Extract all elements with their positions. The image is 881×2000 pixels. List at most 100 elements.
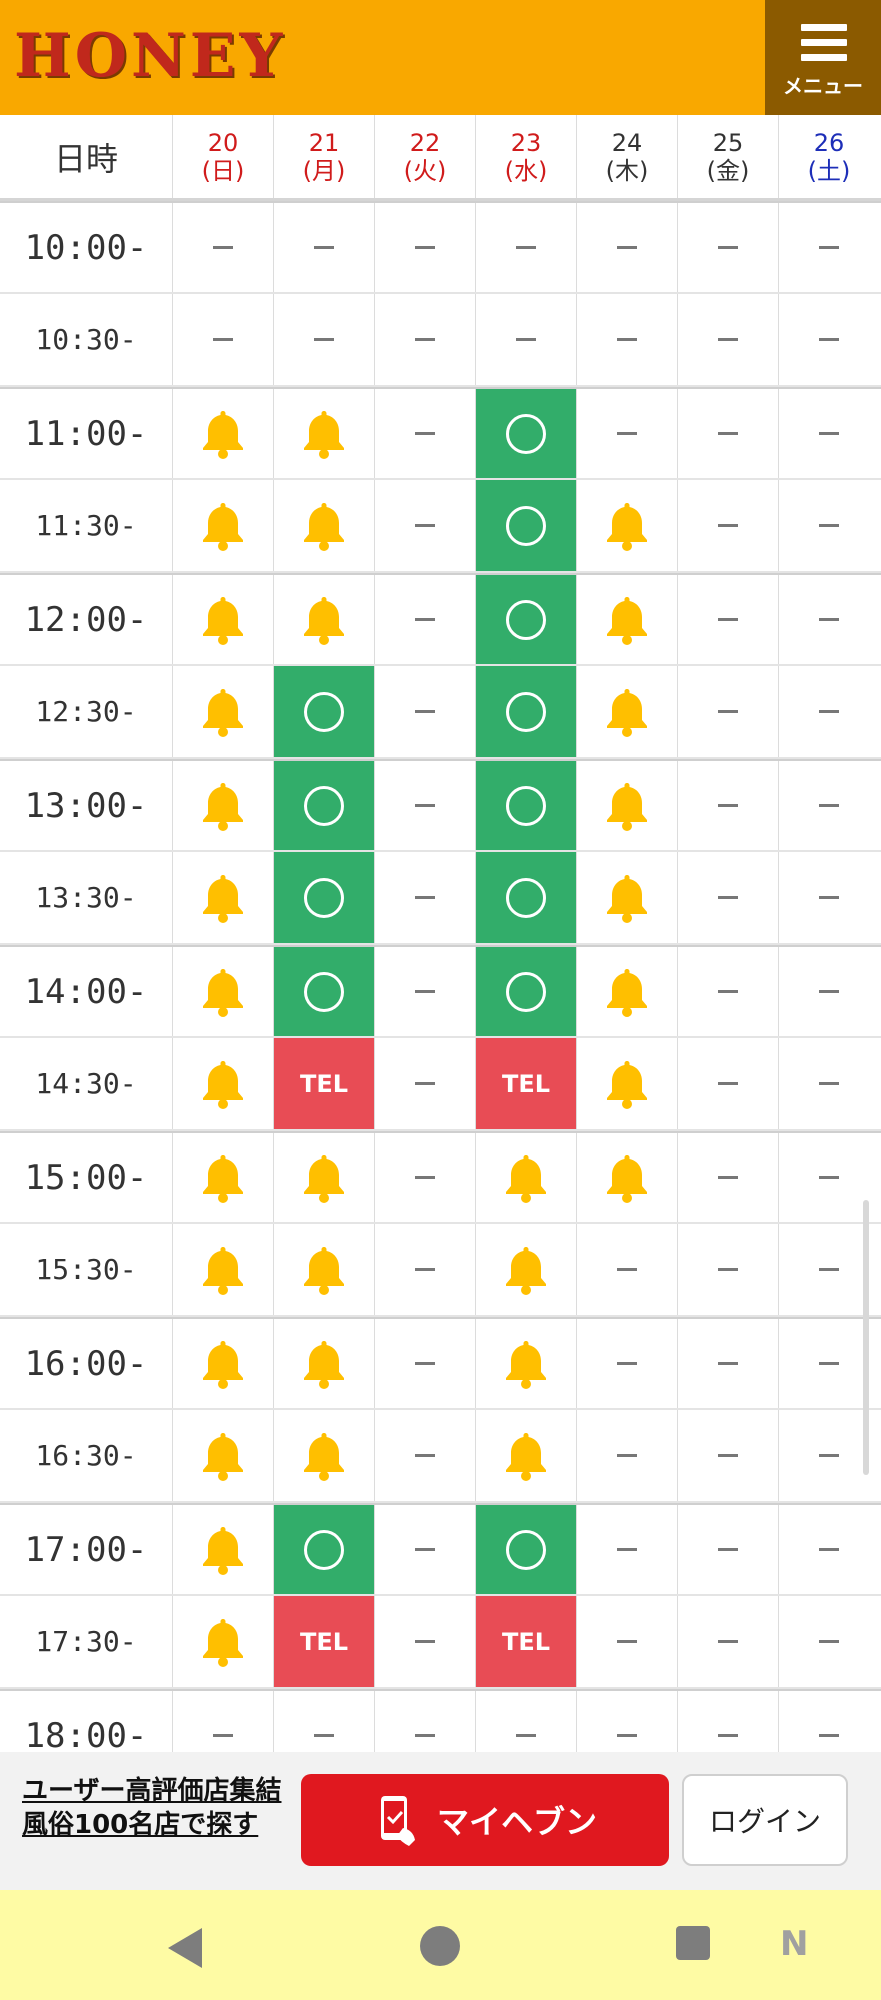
time-row: 17:30- TEL TEL: [0, 1596, 881, 1689]
slot-available[interactable]: [475, 852, 576, 943]
day-header-20: 20 (日): [172, 115, 273, 198]
slot-notify[interactable]: [576, 575, 677, 664]
dash-icon: [819, 1176, 839, 1179]
slot-available[interactable]: [273, 947, 374, 1036]
menu-button[interactable]: メニュー: [765, 0, 881, 115]
dash-icon: [617, 246, 637, 249]
slot-available[interactable]: [475, 1505, 576, 1594]
slot-available[interactable]: [475, 575, 576, 664]
dash-icon: [819, 1548, 839, 1551]
slot-notify[interactable]: [172, 1133, 273, 1222]
slot-notify[interactable]: [576, 947, 677, 1036]
slot-unavailable: [778, 480, 879, 571]
slot-notify[interactable]: [576, 480, 677, 571]
slot-notify[interactable]: [576, 1133, 677, 1222]
slot-available[interactable]: [475, 389, 576, 478]
day-date: 21: [308, 128, 340, 157]
tel-label: TEL: [501, 1069, 551, 1098]
slot-notify[interactable]: [273, 1133, 374, 1222]
home-icon[interactable]: [420, 1926, 460, 1966]
circle-icon: [506, 691, 546, 732]
slot-tel[interactable]: TEL: [273, 1596, 374, 1687]
slot-notify[interactable]: [172, 666, 273, 757]
time-row: 15:00-: [0, 1131, 881, 1224]
slot-notify[interactable]: [172, 575, 273, 664]
slot-notify[interactable]: [576, 852, 677, 943]
slot-notify[interactable]: [475, 1410, 576, 1501]
dash-icon: [617, 1454, 637, 1457]
scrollbar[interactable]: [863, 1200, 869, 1475]
slot-available[interactable]: [273, 666, 374, 757]
slot-notify[interactable]: [475, 1319, 576, 1408]
honey-logo[interactable]: HONEY: [14, 24, 286, 88]
slot-notify[interactable]: [273, 1319, 374, 1408]
slot-tel[interactable]: TEL: [475, 1038, 576, 1129]
slot-notify[interactable]: [172, 761, 273, 850]
slot-notify[interactable]: [172, 480, 273, 571]
slot-unavailable: [677, 852, 778, 943]
slot-notify[interactable]: [273, 480, 374, 571]
dash-icon: [415, 1268, 435, 1271]
slot-tel[interactable]: TEL: [475, 1596, 576, 1687]
slot-notify[interactable]: [172, 1596, 273, 1687]
slot-notify[interactable]: [172, 1505, 273, 1594]
slot-unavailable: [374, 761, 475, 850]
bell-icon: [200, 780, 246, 832]
dash-icon: [718, 1268, 738, 1271]
slot-notify[interactable]: [273, 389, 374, 478]
schedule-header-row: 日時 20 (日) 21 (月) 22 (火) 23 (水) 24 (木) 25 (金) 26 (土): [0, 115, 881, 201]
dash-icon: [314, 338, 334, 341]
dash-icon: [415, 1082, 435, 1085]
slot-notify[interactable]: [576, 761, 677, 850]
slot-available[interactable]: [475, 480, 576, 571]
slot-notify[interactable]: [273, 1224, 374, 1315]
myheaven-button[interactable]: マイヘブン: [301, 1774, 669, 1866]
recent-apps-icon[interactable]: [676, 1926, 710, 1960]
slot-notify[interactable]: [273, 1410, 374, 1501]
bell-icon: [200, 594, 246, 646]
slot-unavailable: [374, 1224, 475, 1315]
slot-notify[interactable]: [475, 1133, 576, 1222]
slot-available[interactable]: [475, 761, 576, 850]
slot-notify[interactable]: [172, 389, 273, 478]
slot-unavailable: [273, 203, 374, 292]
slot-notify[interactable]: [273, 575, 374, 664]
slot-available[interactable]: [273, 1505, 374, 1594]
tel-label: TEL: [299, 1627, 349, 1656]
slot-notify[interactable]: [172, 1038, 273, 1129]
slot-available[interactable]: [475, 947, 576, 1036]
top100-shops-link[interactable]: ユーザー高評価店集結 風俗100名店で探す: [22, 1774, 282, 1842]
dash-icon: [415, 990, 435, 993]
slot-unavailable: [576, 294, 677, 385]
bell-icon: [301, 1244, 347, 1296]
slot-unavailable: [374, 480, 475, 571]
link-line-2: 風俗100名店で探す: [22, 1810, 259, 1840]
time-row: 10:00-: [0, 201, 881, 294]
slot-notify[interactable]: [576, 1038, 677, 1129]
dash-icon: [617, 1548, 637, 1551]
day-date: 26: [813, 128, 845, 157]
slot-notify[interactable]: [172, 1410, 273, 1501]
slot-notify[interactable]: [172, 1319, 273, 1408]
slot-available[interactable]: [273, 761, 374, 850]
dash-icon: [415, 1362, 435, 1365]
slot-notify[interactable]: [172, 947, 273, 1036]
bell-icon: [604, 500, 650, 552]
time-label: 11:30-: [35, 509, 137, 542]
time-row: 14:30- TEL TEL: [0, 1038, 881, 1131]
day-date: 25: [712, 128, 744, 157]
back-icon[interactable]: [168, 1928, 202, 1968]
slot-notify[interactable]: [172, 1224, 273, 1315]
slot-tel[interactable]: TEL: [273, 1038, 374, 1129]
slot-unavailable: [778, 947, 879, 1036]
slot-available[interactable]: [273, 852, 374, 943]
bell-icon: [200, 1430, 246, 1482]
time-label: 11:00-: [24, 413, 148, 454]
slot-notify[interactable]: [576, 666, 677, 757]
slot-notify[interactable]: [475, 1224, 576, 1315]
slot-unavailable: [576, 1319, 677, 1408]
login-button[interactable]: ログイン: [682, 1774, 848, 1866]
day-header-22: 22 (火): [374, 115, 475, 198]
slot-notify[interactable]: [172, 852, 273, 943]
slot-available[interactable]: [475, 666, 576, 757]
